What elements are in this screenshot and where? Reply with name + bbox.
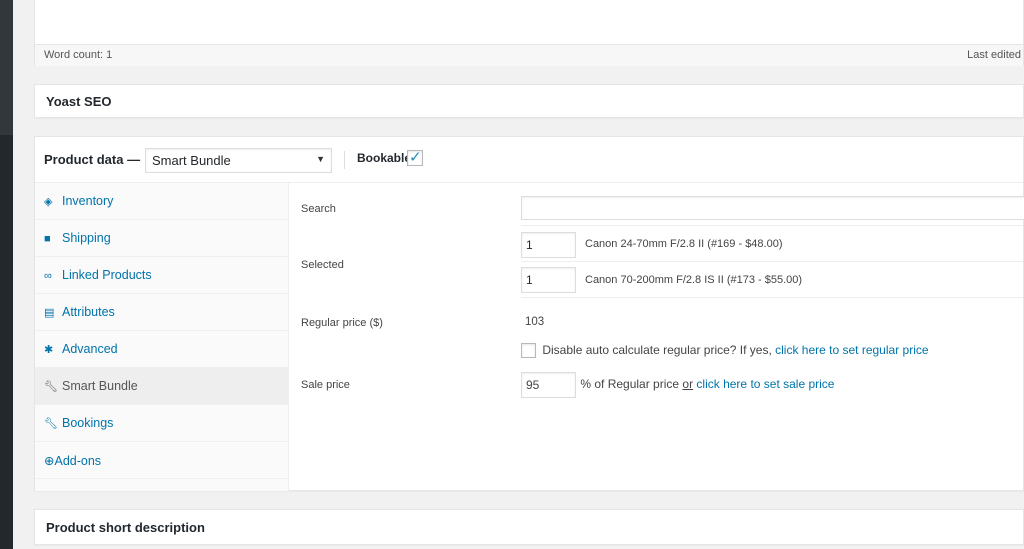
- search-input[interactable]: [521, 196, 1024, 220]
- sale-price-input[interactable]: 95: [521, 372, 576, 398]
- tab-shipping[interactable]: ■ Shipping: [35, 220, 288, 257]
- gear-icon: ✱: [44, 344, 54, 356]
- tab-label: Attributes: [62, 305, 115, 319]
- wrench-icon: 🔧︎: [44, 381, 58, 393]
- list-icon: ▤: [44, 307, 55, 319]
- bookable-option[interactable]: Bookable: ✓: [357, 149, 423, 166]
- product-data-title: Product data —: [44, 152, 141, 167]
- tab-smart-bundle[interactable]: 🔧︎ Smart Bundle: [35, 368, 288, 405]
- tab-label: Advanced: [62, 342, 118, 356]
- short-description-title[interactable]: Product short description: [46, 520, 1012, 535]
- bookable-checkbox[interactable]: ✓: [407, 149, 423, 166]
- quantity-input[interactable]: 1: [521, 267, 576, 293]
- short-description-box[interactable]: Product short description: [34, 509, 1024, 545]
- plus-circle-icon: ⊕: [44, 454, 55, 468]
- tab-label: Bookings: [62, 416, 114, 430]
- row-divider: [521, 297, 1023, 298]
- selected-label: Selected: [301, 259, 344, 271]
- sale-price-row: 95 % of Regular price or click here to s…: [521, 372, 834, 398]
- admin-sidebar: [0, 0, 13, 549]
- set-sale-price-link[interactable]: click here to set sale price: [696, 377, 834, 391]
- content-editor: Word count: 1 Last edited: [34, 0, 1024, 66]
- selected-item-name: Canon 24-70mm F/2.8 II (#169 - $48.00): [585, 238, 783, 250]
- truck-icon: ■: [44, 233, 51, 245]
- editor-status-bar: Word count: 1 Last edited: [35, 44, 1023, 66]
- admin-menu-upper: [0, 0, 13, 135]
- disable-auto-row: Disable auto calculate regular price? If…: [521, 343, 929, 359]
- smart-bundle-panel: Search Selected 1 Canon 24-70mm F/2.8 II…: [290, 183, 1024, 491]
- diamond-icon: ◈: [44, 196, 53, 208]
- tab-advanced[interactable]: ✱ Advanced: [35, 331, 288, 368]
- tab-label: Linked Products: [62, 268, 152, 282]
- tab-linked-products[interactable]: ∞ Linked Products: [35, 257, 288, 294]
- link-icon: ∞: [44, 270, 52, 282]
- tab-label: Add-ons: [54, 454, 102, 468]
- sale-suffix: % of Regular price: [580, 377, 680, 392]
- disable-auto-text: Disable auto calculate regular price? If…: [542, 343, 772, 357]
- editor-text-area[interactable]: [35, 0, 1023, 44]
- regular-price-value: 103: [525, 316, 545, 328]
- header-divider: [344, 151, 345, 169]
- quantity-input[interactable]: 1: [521, 232, 576, 258]
- tab-label: Inventory: [62, 194, 114, 208]
- word-count: Word count: 1: [44, 49, 113, 61]
- yoast-seo-title[interactable]: Yoast SEO: [46, 94, 1012, 109]
- selected-item-name: Canon 70-200mm F/2.8 IS II (#173 - $55.0…: [585, 274, 803, 286]
- sale-price-label: Sale price: [301, 379, 350, 391]
- product-data-tabs: ◈ Inventory ■ Shipping ∞ Linked Products ▤ A…: [35, 183, 289, 491]
- last-edited: Last edited: [967, 49, 1021, 61]
- tab-inventory[interactable]: ◈ Inventory: [35, 183, 288, 220]
- wrench-icon: 🔧︎: [44, 418, 58, 430]
- sale-or: or: [682, 377, 694, 392]
- row-divider: [521, 261, 1023, 262]
- tab-add-ons[interactable]: ⊕Add-ons: [35, 442, 288, 479]
- product-type-value: Smart Bundle: [152, 153, 231, 168]
- tab-label: Shipping: [62, 231, 111, 245]
- set-regular-price-link[interactable]: click here to set regular price: [775, 343, 928, 357]
- row-divider: [521, 225, 1023, 226]
- disable-auto-checkbox[interactable]: [521, 343, 536, 359]
- tab-attributes[interactable]: ▤ Attributes: [35, 294, 288, 331]
- content-area: Word count: 1 Last edited Yoast SEO Prod…: [13, 0, 1024, 549]
- tab-label: Smart Bundle: [62, 379, 138, 393]
- product-data-box: Product data — Smart Bundle ▼ Bookable: …: [34, 136, 1024, 491]
- checkmark-icon: ✓: [409, 149, 422, 166]
- product-data-header: Product data — Smart Bundle ▼ Bookable: …: [35, 137, 1023, 183]
- tab-bookings[interactable]: 🔧︎ Bookings: [35, 405, 288, 442]
- yoast-seo-box[interactable]: Yoast SEO: [34, 84, 1024, 118]
- search-label: Search: [301, 203, 336, 215]
- product-type-select[interactable]: Smart Bundle ▼: [145, 148, 332, 173]
- dropdown-arrow-icon: ▼: [316, 154, 325, 164]
- regular-price-label: Regular price ($): [301, 317, 383, 329]
